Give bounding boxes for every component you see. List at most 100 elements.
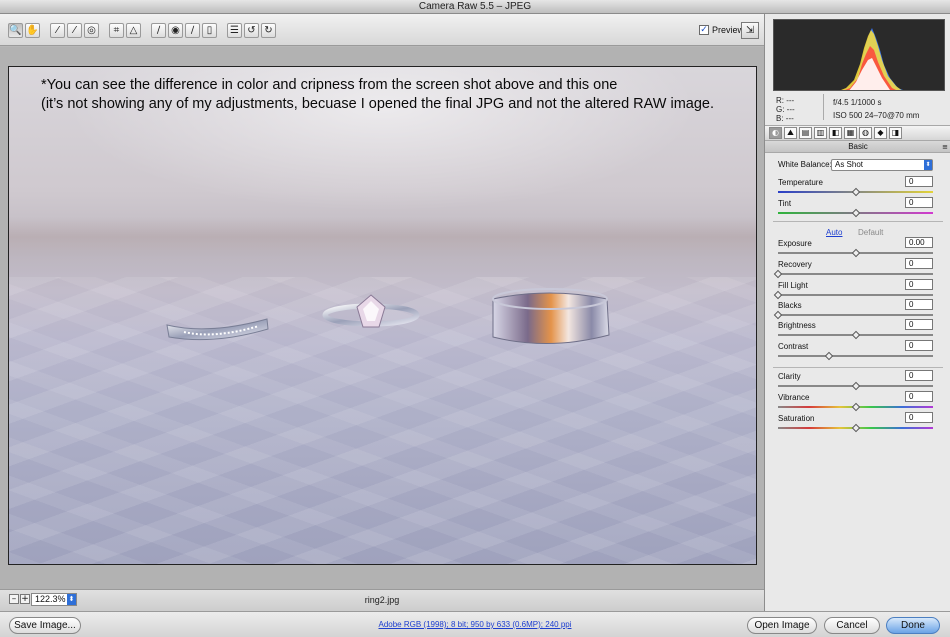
- exposure-thumb[interactable]: [851, 248, 860, 258]
- vibrance-label: Vibrance: [778, 393, 810, 402]
- select-arrow-icon: ⬍: [924, 160, 932, 170]
- temperature-value-field[interactable]: 0: [905, 176, 933, 187]
- section-divider: [773, 221, 943, 222]
- tint-thumb[interactable]: [851, 208, 860, 218]
- blacks-thumb[interactable]: [773, 310, 783, 320]
- saturation-thumb[interactable]: [851, 423, 860, 433]
- recovery-label: Recovery: [778, 260, 812, 269]
- spot-removal-tool-icon[interactable]: ∕: [151, 23, 166, 38]
- preview-checkbox[interactable]: ✓: [699, 25, 709, 35]
- panel-header: Basic ≡: [765, 141, 950, 153]
- contrast-slider[interactable]: Contrast 0: [778, 340, 933, 362]
- recovery-track[interactable]: [778, 273, 933, 275]
- save-image-button[interactable]: Save Image...: [9, 617, 81, 634]
- adjustments-panel: R: --- G: --- B: --- f/4.5 1/1000 s ISO …: [764, 14, 950, 611]
- recovery-value-field[interactable]: 0: [905, 258, 933, 269]
- blacks-slider[interactable]: Blacks 0: [773, 299, 933, 321]
- clarity-label: Clarity: [778, 372, 801, 381]
- panel-tab-3-icon[interactable]: ▤: [799, 127, 812, 139]
- red-eye-tool-icon[interactable]: ◉: [168, 23, 183, 38]
- targeted-adjustment-tool-icon[interactable]: ◎: [84, 23, 99, 38]
- clarity-slider[interactable]: Clarity 0: [778, 370, 933, 392]
- auto-link[interactable]: Auto: [826, 228, 842, 237]
- recovery-thumb[interactable]: [773, 269, 783, 279]
- bottom-bar: Adobe RGB (1998); 8 bit; 950 by 633 (0.6…: [0, 611, 950, 637]
- temperature-slider[interactable]: Temperature 0: [778, 176, 933, 198]
- rotate-ccw-tool-icon[interactable]: ↺: [244, 23, 259, 38]
- vibrance-value-field[interactable]: 0: [905, 391, 933, 402]
- panel-tab-6-icon[interactable]: ▦: [844, 127, 857, 139]
- annotation-line-1: *You can see the difference in color and…: [41, 77, 618, 93]
- temperature-thumb[interactable]: [851, 187, 860, 197]
- open-image-button[interactable]: Open Image: [747, 617, 817, 634]
- done-button[interactable]: Done: [886, 617, 940, 634]
- adjustment-brush-tool-icon[interactable]: ∕: [185, 23, 200, 38]
- zoom-tool-icon[interactable]: 🔍: [8, 23, 23, 38]
- contrast-value-field[interactable]: 0: [905, 340, 933, 351]
- status-bar: – + 122.3% ⬍ ring2.jpg: [0, 589, 764, 611]
- brightness-value-field[interactable]: 0: [905, 319, 933, 330]
- straighten-tool-icon[interactable]: △: [126, 23, 141, 38]
- image-canvas: *You can see the difference in color and…: [0, 47, 764, 589]
- readout-b: B: ---: [776, 114, 794, 123]
- exposure-value-field[interactable]: 0.00: [905, 237, 933, 248]
- blacks-track[interactable]: [778, 314, 933, 316]
- panel-tab-2-icon[interactable]: ⛰: [784, 127, 797, 139]
- info-divider: [823, 94, 824, 120]
- brightness-slider[interactable]: Brightness 0: [778, 319, 933, 341]
- rings-illustration: [166, 288, 610, 345]
- tint-label: Tint: [778, 199, 792, 208]
- vibrance-slider[interactable]: Vibrance 0: [778, 391, 933, 413]
- fill-light-slider[interactable]: Fill Light 0: [773, 279, 933, 301]
- contrast-thumb[interactable]: [824, 351, 834, 361]
- panel-tab-5-icon[interactable]: ◧: [829, 127, 842, 139]
- fill-light-value-field[interactable]: 0: [905, 279, 933, 290]
- white-balance-label: White Balance:: [778, 160, 832, 169]
- default-link[interactable]: Default: [858, 228, 883, 237]
- readout-r: R: ---: [776, 96, 795, 105]
- readout-g: G: ---: [776, 105, 795, 114]
- toolbar: 🔍 ✋ ⁄ ⁄ ◎ ⌗ △ ∕ ◉ ∕ ▯ ☰ ↺ ↻ ✓ Preview ⇲: [0, 14, 764, 46]
- section-divider: [773, 367, 943, 368]
- blacks-value-field[interactable]: 0: [905, 299, 933, 310]
- panel-tab-9-icon[interactable]: ◨: [889, 127, 902, 139]
- crop-tool-icon[interactable]: ⌗: [109, 23, 124, 38]
- panel-tab-8-icon[interactable]: ◆: [874, 127, 887, 139]
- white-balance-select[interactable]: As Shot ⬍: [831, 159, 933, 171]
- window-title: Camera Raw 5.5 – JPEG: [0, 0, 950, 14]
- panel-tab-7-icon[interactable]: ◍: [859, 127, 872, 139]
- temperature-label: Temperature: [778, 178, 823, 187]
- tint-slider[interactable]: Tint 0: [778, 197, 933, 219]
- panel-menu-icon[interactable]: ≡: [942, 141, 948, 153]
- info-readout: R: --- G: --- B: --- f/4.5 1/1000 s ISO …: [773, 94, 945, 123]
- panel-tab-1-icon[interactable]: ◐: [769, 127, 782, 139]
- image-preview[interactable]: *You can see the difference in color and…: [8, 66, 757, 565]
- preview-toggle[interactable]: ✓ Preview: [699, 23, 744, 37]
- white-balance-tool-icon[interactable]: ⁄: [50, 23, 65, 38]
- color-sampler-tool-icon[interactable]: ⁄: [67, 23, 82, 38]
- fullscreen-icon[interactable]: ⇲: [741, 22, 759, 39]
- white-balance-value: As Shot: [835, 160, 864, 169]
- preview-label: Preview: [712, 25, 745, 35]
- clarity-value-field[interactable]: 0: [905, 370, 933, 381]
- histogram-graph: [841, 28, 903, 90]
- rotate-cw-tool-icon[interactable]: ↻: [261, 23, 276, 38]
- fill-light-thumb[interactable]: [773, 290, 783, 300]
- saturation-value-field[interactable]: 0: [905, 412, 933, 423]
- panel-tab-4-icon[interactable]: ▥: [814, 127, 827, 139]
- cancel-button[interactable]: Cancel: [824, 617, 880, 634]
- contrast-label: Contrast: [778, 342, 809, 351]
- annotation-note: *You can see the difference in color and…: [41, 76, 741, 114]
- brightness-thumb[interactable]: [851, 330, 860, 340]
- preferences-tool-icon[interactable]: ☰: [227, 23, 242, 38]
- clarity-thumb[interactable]: [851, 381, 860, 391]
- graduated-filter-tool-icon[interactable]: ▯: [202, 23, 217, 38]
- tint-value-field[interactable]: 0: [905, 197, 933, 208]
- fill-light-track[interactable]: [778, 294, 933, 296]
- recovery-slider[interactable]: Recovery 0: [773, 258, 933, 280]
- saturation-slider[interactable]: Saturation 0: [778, 412, 933, 434]
- contrast-track[interactable]: [778, 355, 933, 357]
- exposure-slider[interactable]: Exposure 0.00: [778, 237, 933, 259]
- vibrance-thumb[interactable]: [851, 402, 860, 412]
- hand-tool-icon[interactable]: ✋: [25, 23, 40, 38]
